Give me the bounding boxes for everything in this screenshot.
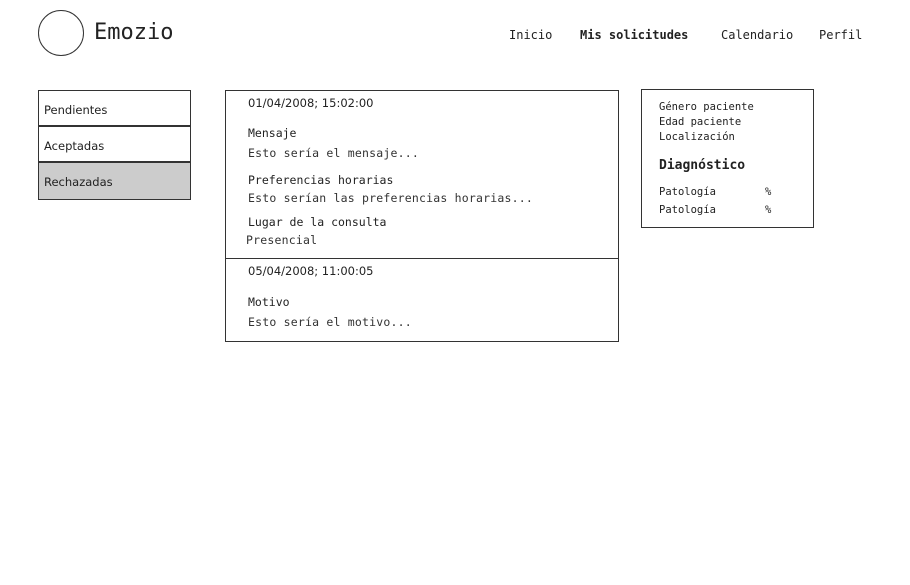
patient-gender: Género paciente — [659, 101, 754, 113]
pathology-percent: % — [765, 186, 772, 198]
field-label-motivo: Motivo — [248, 295, 290, 309]
patient-info-panel: Género paciente Edad paciente Localizaci… — [641, 89, 814, 228]
nav-calendario[interactable]: Calendario — [721, 28, 793, 42]
tab-aceptadas[interactable]: Aceptadas — [38, 126, 191, 162]
nav-inicio[interactable]: Inicio — [509, 28, 552, 42]
nav-perfil[interactable]: Perfil — [819, 28, 862, 42]
field-label-mensaje: Mensaje — [248, 126, 297, 140]
request-timestamp: 05/04/2008; 11:00:05 — [248, 264, 374, 278]
request-card[interactable]: 05/04/2008; 11:00:05 Motivo Esto sería e… — [225, 258, 619, 342]
pathology-name: Patología — [659, 186, 716, 198]
tab-pendientes[interactable]: Pendientes — [38, 90, 191, 126]
pathology-percent: % — [765, 204, 772, 216]
field-value-mensaje: Esto sería el mensaje... — [248, 146, 419, 160]
field-value-motivo: Esto sería el motivo... — [248, 315, 412, 329]
patient-age: Edad paciente — [659, 116, 742, 128]
field-label-preferencias: Preferencias horarias — [248, 173, 394, 187]
nav-mis-solicitudes[interactable]: Mis solicitudes — [580, 28, 688, 42]
tab-rechazadas[interactable]: Rechazadas — [38, 162, 191, 200]
request-card[interactable]: 01/04/2008; 15:02:00 Mensaje Esto sería … — [225, 90, 619, 259]
logo-icon — [38, 10, 84, 56]
diagnosis-title: Diagnóstico — [659, 158, 746, 173]
request-timestamp: 01/04/2008; 15:02:00 — [248, 96, 374, 110]
pathology-name: Patología — [659, 204, 716, 216]
field-value-lugar: Presencial — [246, 233, 318, 247]
field-value-preferencias: Esto serían las preferencias horarias... — [248, 191, 533, 205]
patient-location: Localización — [659, 131, 735, 143]
logo-text: Emozio — [94, 20, 174, 45]
field-label-lugar: Lugar de la consulta — [248, 215, 387, 229]
